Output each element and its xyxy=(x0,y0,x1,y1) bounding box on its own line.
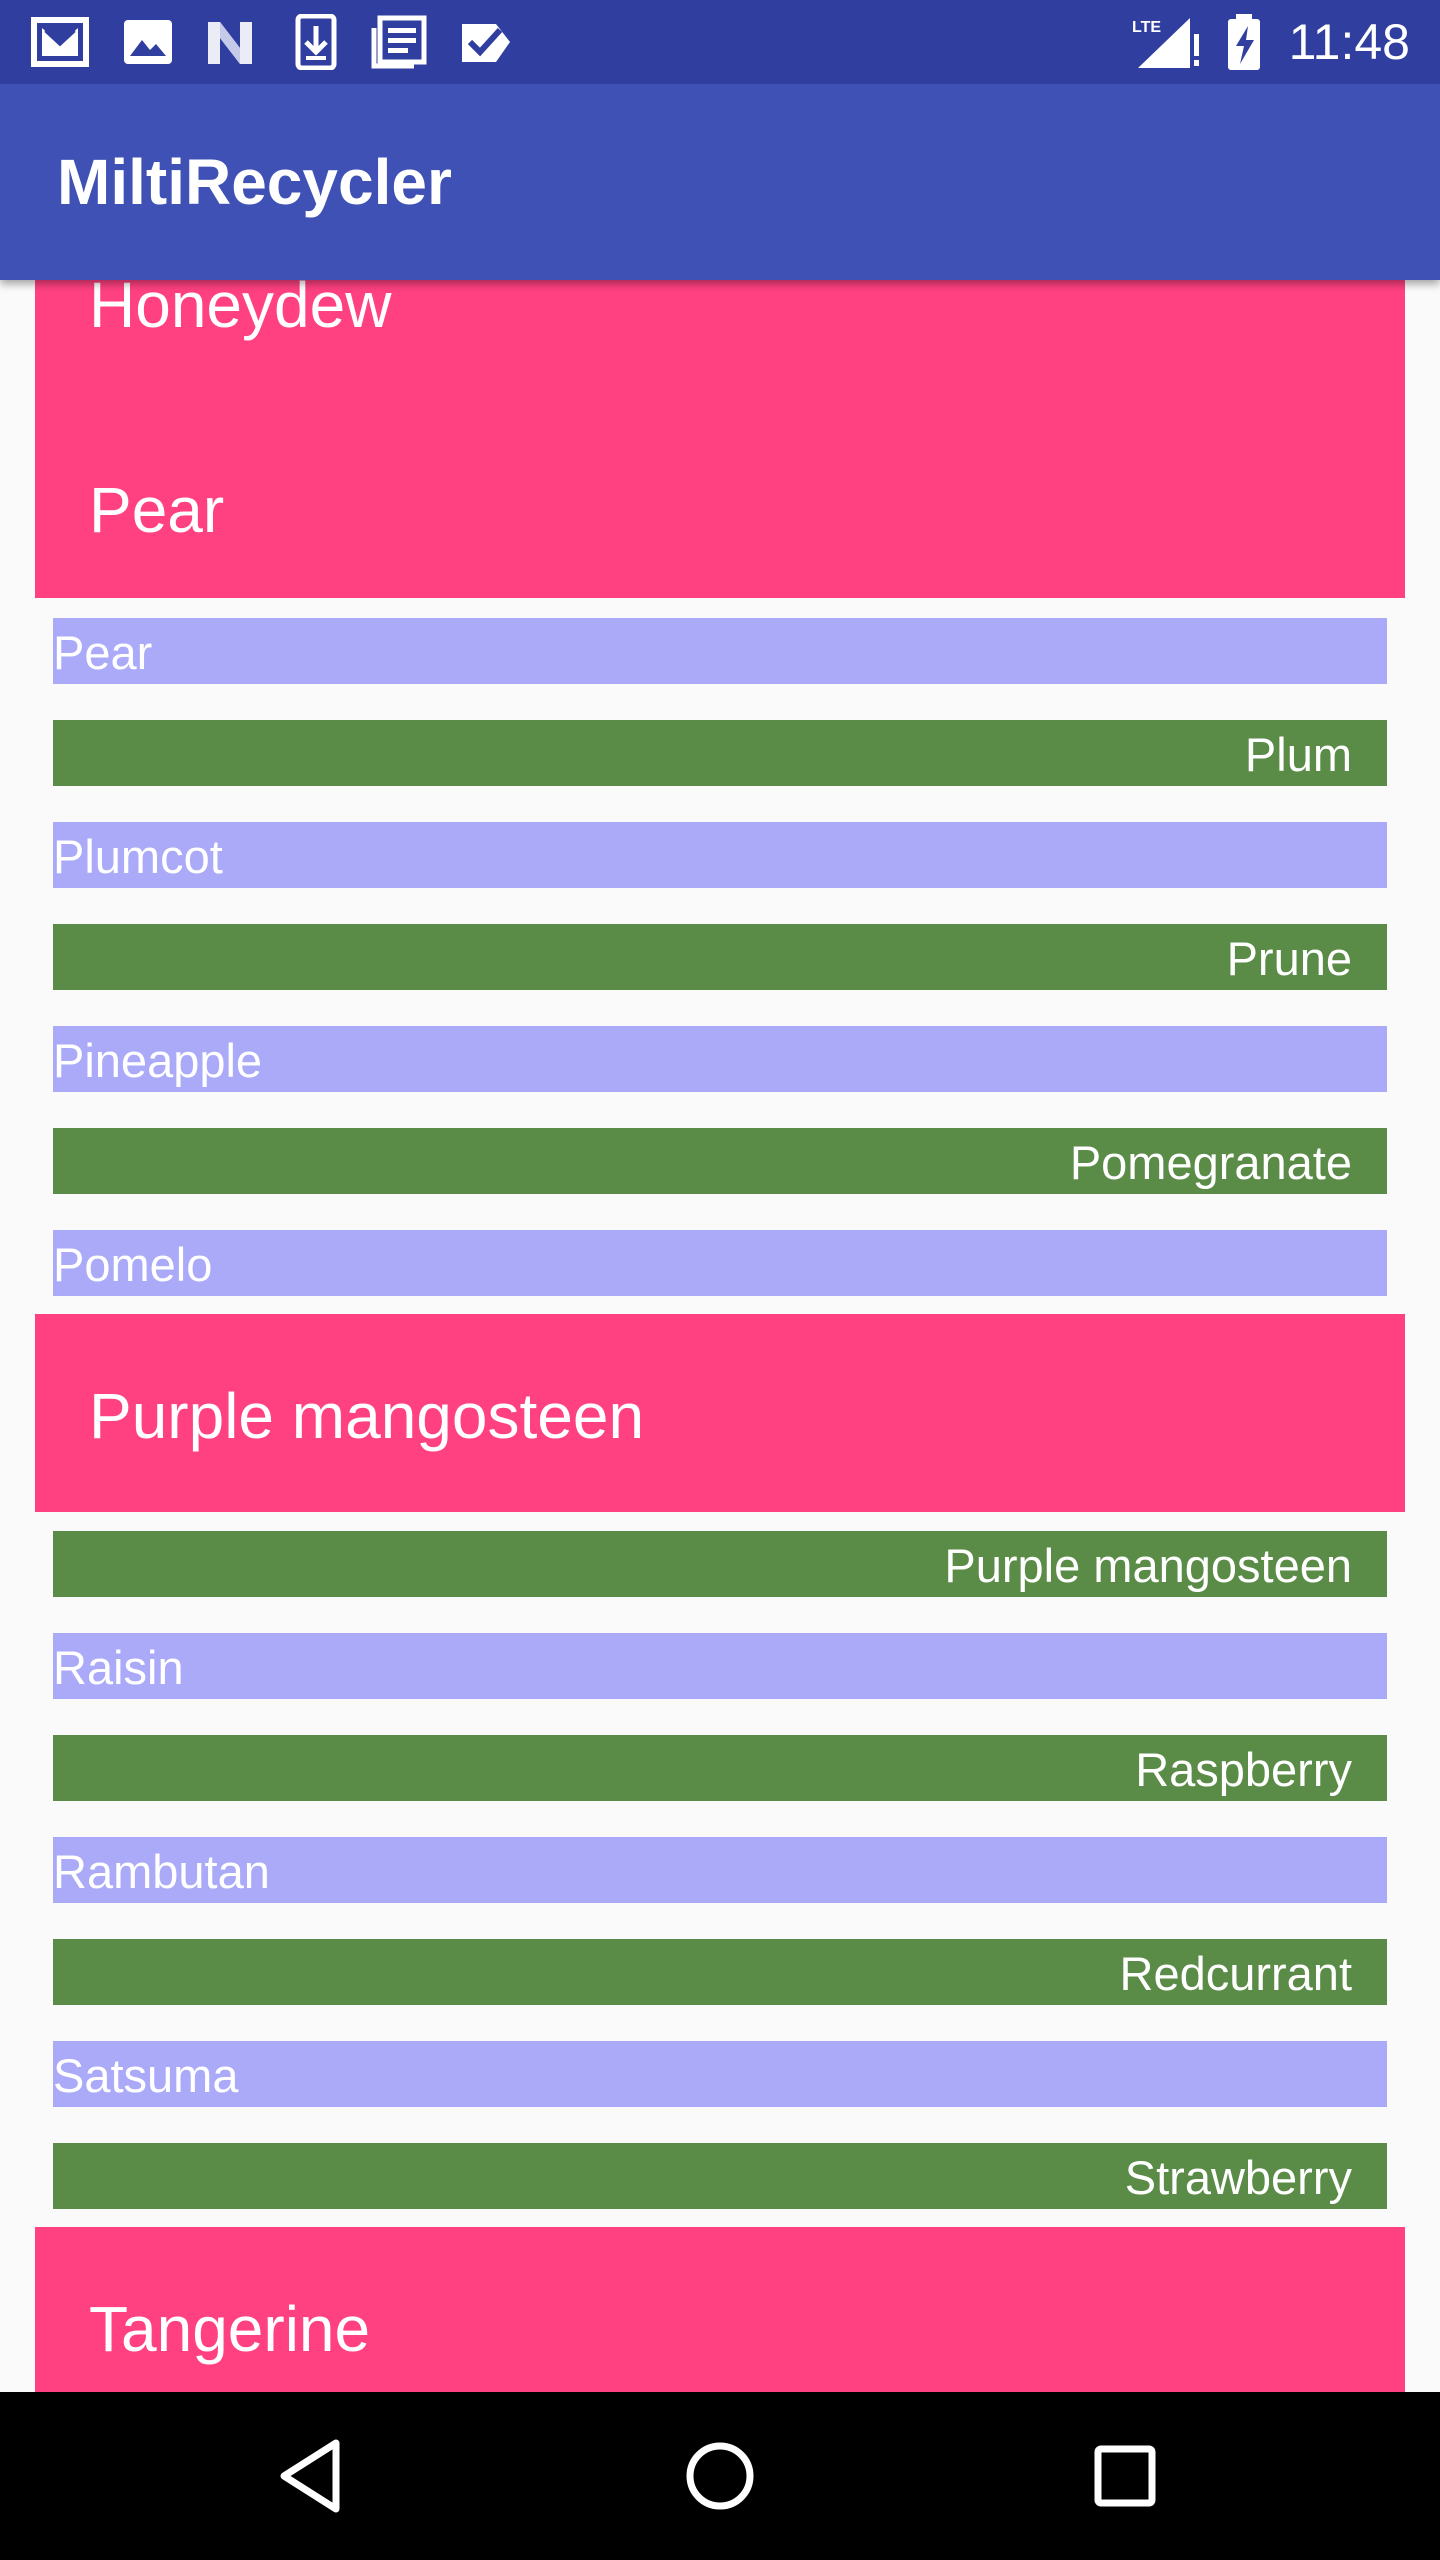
list-item[interactable]: Purple mangosteen xyxy=(53,1531,1387,1597)
header-card[interactable]: Tangerine xyxy=(35,2227,1405,2392)
list-item-label: Raisin xyxy=(53,1641,184,1694)
screen: LTE 11:48 MiltiRecycler Honeydew Pear Pe… xyxy=(0,0,1440,2560)
list-item-label: Strawberry xyxy=(1124,2151,1352,2204)
newspaper-icon xyxy=(370,14,430,70)
back-icon[interactable] xyxy=(270,2431,360,2521)
list-item-label: Rambutan xyxy=(53,1845,270,1898)
list-item-label: Prune xyxy=(1226,932,1352,985)
app-title: MiltiRecycler xyxy=(57,146,452,218)
navigation-bar xyxy=(0,2392,1440,2560)
list-item[interactable]: Pomelo xyxy=(53,1230,1387,1296)
list-item-label: Plumcot xyxy=(53,830,223,883)
list-item-label: Pear xyxy=(53,626,153,679)
list-item[interactable]: Plumcot xyxy=(53,822,1387,888)
check-clipboard-icon xyxy=(456,14,516,70)
gmail-icon xyxy=(30,14,90,70)
list-item-label: Plum xyxy=(1244,728,1352,781)
list-item[interactable]: Raspberry xyxy=(53,1735,1387,1801)
header-card-title: Pear xyxy=(89,474,225,546)
lte-signal-icon: LTE xyxy=(1130,14,1204,70)
image-icon xyxy=(118,14,178,70)
list-item[interactable]: Pear xyxy=(53,618,1387,684)
list-item[interactable]: Redcurrant xyxy=(53,1939,1387,2005)
list-item[interactable]: Pomegranate xyxy=(53,1128,1387,1194)
header-card-title: Tangerine xyxy=(89,2293,371,2365)
recycler-list[interactable]: Honeydew Pear Pear Plum Plumcot Prune Pi… xyxy=(0,280,1440,2392)
list-item-label: Raspberry xyxy=(1135,1743,1352,1796)
svg-text:LTE: LTE xyxy=(1132,19,1161,36)
header-card[interactable]: Purple mangosteen xyxy=(35,1314,1405,1512)
list-item-label: Redcurrant xyxy=(1119,1947,1353,2000)
list-item-label: Satsuma xyxy=(53,2049,239,2102)
battery-charging-icon xyxy=(1222,14,1266,70)
list-item[interactable]: Satsuma xyxy=(53,2041,1387,2107)
list-item-label: Pomelo xyxy=(53,1238,213,1291)
list-item[interactable]: Pineapple xyxy=(53,1026,1387,1092)
n-logo-icon xyxy=(200,14,260,70)
header-card-title: Purple mangosteen xyxy=(89,1380,645,1452)
list-item[interactable]: Prune xyxy=(53,924,1387,990)
list-item[interactable]: Strawberry xyxy=(53,2143,1387,2209)
list-item[interactable]: Rambutan xyxy=(53,1837,1387,1903)
list-item-label: Purple mangosteen xyxy=(944,1539,1352,1592)
app-bar: MiltiRecycler xyxy=(0,84,1440,280)
header-card-title: Honeydew xyxy=(89,280,392,341)
list-item-label: Pomegranate xyxy=(1069,1136,1352,1189)
recents-icon[interactable] xyxy=(1080,2431,1170,2521)
status-time: 11:48 xyxy=(1288,14,1410,70)
header-card[interactable]: Honeydew Pear xyxy=(35,280,1405,598)
list-item[interactable]: Raisin xyxy=(53,1633,1387,1699)
download-icon xyxy=(286,14,346,70)
home-icon[interactable] xyxy=(675,2431,765,2521)
status-bar: LTE 11:48 xyxy=(0,0,1440,84)
list-item[interactable]: Plum xyxy=(53,720,1387,786)
list-item-label: Pineapple xyxy=(53,1034,263,1087)
